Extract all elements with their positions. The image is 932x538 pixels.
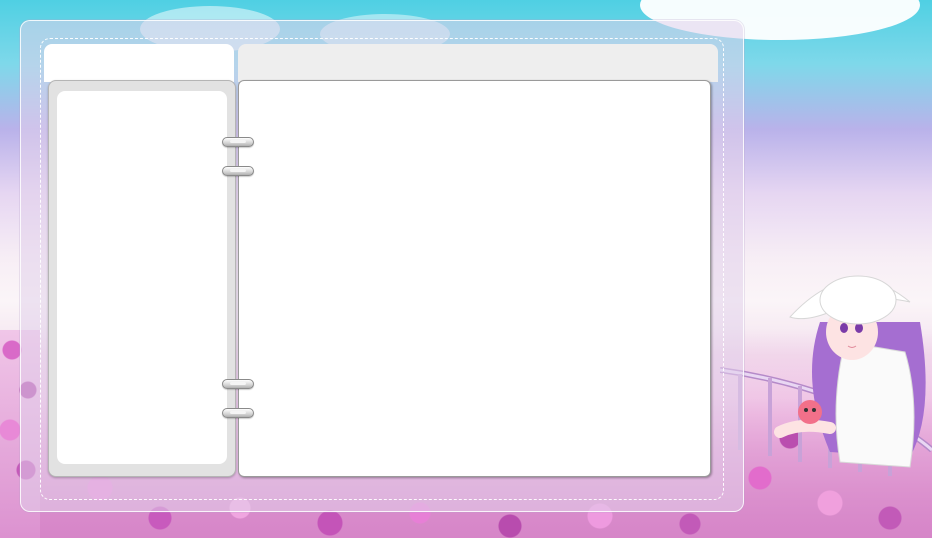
girl-illustration-icon [774, 275, 926, 468]
left-sidebar-panel [48, 80, 236, 477]
binder-ring-icon [222, 137, 254, 147]
left-sidebar-content [57, 91, 227, 464]
binder-ring-icon [222, 379, 254, 389]
content-header-bar [238, 44, 718, 82]
binder-ring-icon [222, 408, 254, 418]
left-tab-header[interactable] [44, 44, 234, 82]
binder-ring-icon [222, 166, 254, 176]
main-content-panel [238, 80, 711, 477]
